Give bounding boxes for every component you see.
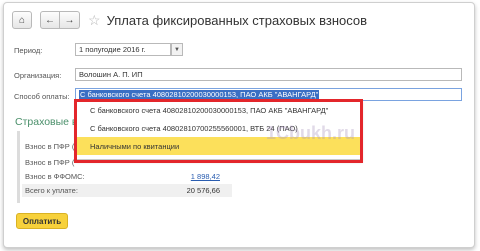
- period-label: Период:: [14, 46, 43, 55]
- payment-method-value: С банковского счета 40802810200030000153…: [79, 90, 320, 99]
- window-frame: ⌂ ← → ☆ Уплата фиксированных страховых в…: [3, 2, 475, 248]
- total-value: 20 576,66: [186, 186, 220, 195]
- ffoms-contribution-label: Взнос в ФФОМС:: [25, 172, 85, 181]
- payment-method-label: Способ оплаты:: [14, 92, 70, 101]
- pay-button[interactable]: Оплатить: [16, 213, 68, 229]
- forward-button[interactable]: →: [60, 11, 80, 29]
- organization-label: Организация:: [14, 71, 62, 80]
- ffoms-amount-link[interactable]: 1 898,42: [191, 172, 220, 181]
- total-label: Всего к уплате:: [25, 186, 78, 195]
- home-icon: ⌂: [18, 14, 26, 26]
- page-title: Уплата фиксированных страховых взносов: [106, 12, 368, 28]
- back-button[interactable]: ←: [40, 11, 60, 29]
- organization-value: Волошин А. П. ИП: [79, 70, 143, 79]
- home-button[interactable]: ⌂: [12, 11, 32, 29]
- chevron-down-icon[interactable]: ▼: [171, 43, 183, 56]
- contributions-section-title: Страховые в: [15, 116, 78, 128]
- period-value: 1 полугодие 2016 г.: [79, 45, 146, 54]
- arrow-left-icon: ←: [45, 14, 55, 26]
- section-divider: [17, 131, 20, 203]
- arrow-right-icon: →: [64, 14, 75, 26]
- pfr-contribution-label-1: Взнос в ПФР (: [25, 142, 75, 151]
- period-field[interactable]: 1 полугодие 2016 г. ▼: [75, 43, 183, 56]
- organization-field[interactable]: Волошин А. П. ИП: [75, 68, 462, 81]
- star-icon[interactable]: ☆: [88, 13, 101, 27]
- watermark: 1Cbukh.ru: [266, 123, 356, 143]
- pfr-contribution-label-2: Взнос в ПФР (: [25, 158, 75, 167]
- toolbar: ⌂ ← → ☆ Уплата фиксированных страховых в…: [12, 11, 367, 29]
